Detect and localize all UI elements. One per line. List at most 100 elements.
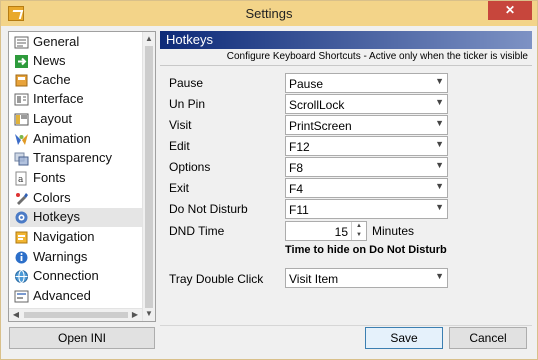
general-icon <box>14 36 29 49</box>
edit-label: Edit <box>169 139 190 153</box>
do-not-disturb-label: Do Not Disturb <box>169 202 248 216</box>
sidebar-item-label: Warnings <box>33 249 88 264</box>
select-value: F8 <box>289 161 304 175</box>
chevron-down-icon[interactable]: ▼ <box>435 76 444 86</box>
do-not-disturb-hotkey-select[interactable]: F11 ▼ <box>285 199 448 219</box>
panel-subtitle: Configure Keyboard Shortcuts - Active on… <box>226 51 528 62</box>
pause-label: Pause <box>169 76 204 90</box>
chevron-down-icon[interactable]: ▼ <box>435 118 444 128</box>
visit-label: Visit <box>169 118 192 132</box>
sidebar-item-layout[interactable]: Layout <box>10 110 142 129</box>
transparency-icon <box>14 152 29 166</box>
sidebar-vertical-scrollbar[interactable]: ▲ ▼ <box>142 32 155 321</box>
close-button[interactable]: ✕ <box>488 1 532 20</box>
select-value: PrintScreen <box>289 119 352 133</box>
scroll-down-icon[interactable]: ▼ <box>143 307 155 321</box>
sidebar-item-hotkeys[interactable]: Hotkeys <box>10 208 142 227</box>
fonts-icon: a <box>15 171 27 186</box>
sidebar-item-navigation[interactable]: Navigation <box>10 228 142 247</box>
unpin-label: Un Pin <box>169 97 206 111</box>
select-value: F4 <box>289 182 304 196</box>
select-value: F12 <box>289 140 310 154</box>
sidebar-item-advanced[interactable]: Advanced <box>10 287 142 306</box>
scrollbar-thumb[interactable] <box>24 312 128 318</box>
sidebar-item-animation[interactable]: Animation <box>10 130 142 149</box>
select-value: Pause <box>289 77 324 91</box>
dnd-time-label: DND Time <box>169 224 225 238</box>
divider <box>160 325 532 326</box>
hotkeys-icon <box>15 211 28 224</box>
animation-icon <box>15 134 28 145</box>
chevron-down-icon[interactable]: ▼ <box>435 160 444 170</box>
unpin-hotkey-select[interactable]: ScrollLock ▼ <box>285 94 448 114</box>
chevron-down-icon[interactable]: ▼ <box>352 231 366 240</box>
sidebar-item-connection[interactable]: Connection <box>10 267 142 286</box>
tray-double-click-select[interactable]: Visit Item ▼ <box>285 268 448 288</box>
chevron-down-icon[interactable]: ▼ <box>435 181 444 191</box>
sidebar-item-fonts[interactable]: a Fonts <box>10 169 142 188</box>
visit-hotkey-select[interactable]: PrintScreen ▼ <box>285 115 448 135</box>
sidebar-item-colors[interactable]: Colors <box>10 189 142 208</box>
title-bar: Settings ✕ <box>1 1 537 26</box>
sidebar-item-label: Animation <box>33 131 91 146</box>
settings-category-list[interactable]: General News Cache Interface Layout Anim… <box>8 31 156 322</box>
scroll-up-icon[interactable]: ▲ <box>143 32 155 46</box>
exit-label: Exit <box>169 181 190 195</box>
sidebar-item-label: Advanced <box>33 288 91 303</box>
warnings-icon <box>15 251 28 264</box>
save-button[interactable]: Save <box>365 327 443 349</box>
sidebar-item-news[interactable]: News <box>10 52 142 71</box>
select-value: Visit Item <box>289 272 339 286</box>
sidebar-item-label: General <box>33 34 80 49</box>
hotkeys-panel: Hotkeys Configure Keyboard Shortcuts - A… <box>160 31 532 322</box>
stepper-buttons: ▲ ▼ <box>351 222 366 240</box>
chevron-up-icon[interactable]: ▲ <box>352 222 366 231</box>
sidebar-item-label: Fonts <box>33 170 66 185</box>
layout-icon <box>14 113 29 126</box>
sidebar-item-label: Transparency <box>33 150 112 165</box>
settings-window: Settings ✕ General News Cache Interface … <box>0 0 538 360</box>
open-ini-button[interactable]: Open INI <box>9 327 155 349</box>
panel-header: Hotkeys <box>160 31 532 49</box>
advanced-icon <box>14 290 29 303</box>
scroll-left-icon[interactable]: ◀ <box>9 309 23 321</box>
scrollbar-thumb[interactable] <box>145 46 153 308</box>
scroll-right-icon[interactable]: ▶ <box>128 309 142 321</box>
sidebar-item-label: News <box>33 53 66 68</box>
colors-icon <box>16 193 28 205</box>
sidebar-item-label: Hotkeys <box>33 209 80 224</box>
sidebar-item-transparency[interactable]: Transparency <box>10 149 142 168</box>
sidebar-item-label: Navigation <box>33 229 95 244</box>
sidebar-item-label: Layout <box>33 111 73 126</box>
svg-text:a: a <box>18 175 24 185</box>
chevron-down-icon[interactable]: ▼ <box>435 97 444 107</box>
sidebar-horizontal-scrollbar[interactable]: ◀ ▶ <box>9 308 142 321</box>
news-icon <box>15 55 28 68</box>
chevron-down-icon[interactable]: ▼ <box>435 139 444 149</box>
tray-double-click-label: Tray Double Click <box>169 272 264 286</box>
cancel-button[interactable]: Cancel <box>449 327 527 349</box>
sidebar-item-cache[interactable]: Cache <box>10 71 142 90</box>
panel-title: Hotkeys <box>166 32 213 47</box>
options-hotkey-select[interactable]: F8 ▼ <box>285 157 448 177</box>
dnd-time-value[interactable]: 15 <box>335 225 348 239</box>
sidebar-item-label: Interface <box>33 91 84 106</box>
connection-icon <box>15 270 28 283</box>
sidebar-item-interface[interactable]: Interface <box>10 90 142 109</box>
sidebar-item-general[interactable]: General <box>10 33 142 52</box>
dnd-time-stepper[interactable]: 15 ▲ ▼ <box>285 221 367 241</box>
navigation-icon <box>15 231 28 244</box>
select-value: F11 <box>289 203 309 217</box>
exit-hotkey-select[interactable]: F4 ▼ <box>285 178 448 198</box>
select-value: ScrollLock <box>289 98 345 112</box>
sidebar-item-label: Colors <box>33 190 71 205</box>
interface-icon <box>14 93 29 106</box>
chevron-down-icon[interactable]: ▼ <box>435 271 444 281</box>
sidebar-item-label: Connection <box>33 268 99 283</box>
pause-hotkey-select[interactable]: Pause ▼ <box>285 73 448 93</box>
cache-icon <box>15 74 28 87</box>
chevron-down-icon[interactable]: ▼ <box>435 202 444 212</box>
options-label: Options <box>169 160 211 174</box>
sidebar-item-warnings[interactable]: Warnings <box>10 248 142 267</box>
edit-hotkey-select[interactable]: F12 ▼ <box>285 136 448 156</box>
